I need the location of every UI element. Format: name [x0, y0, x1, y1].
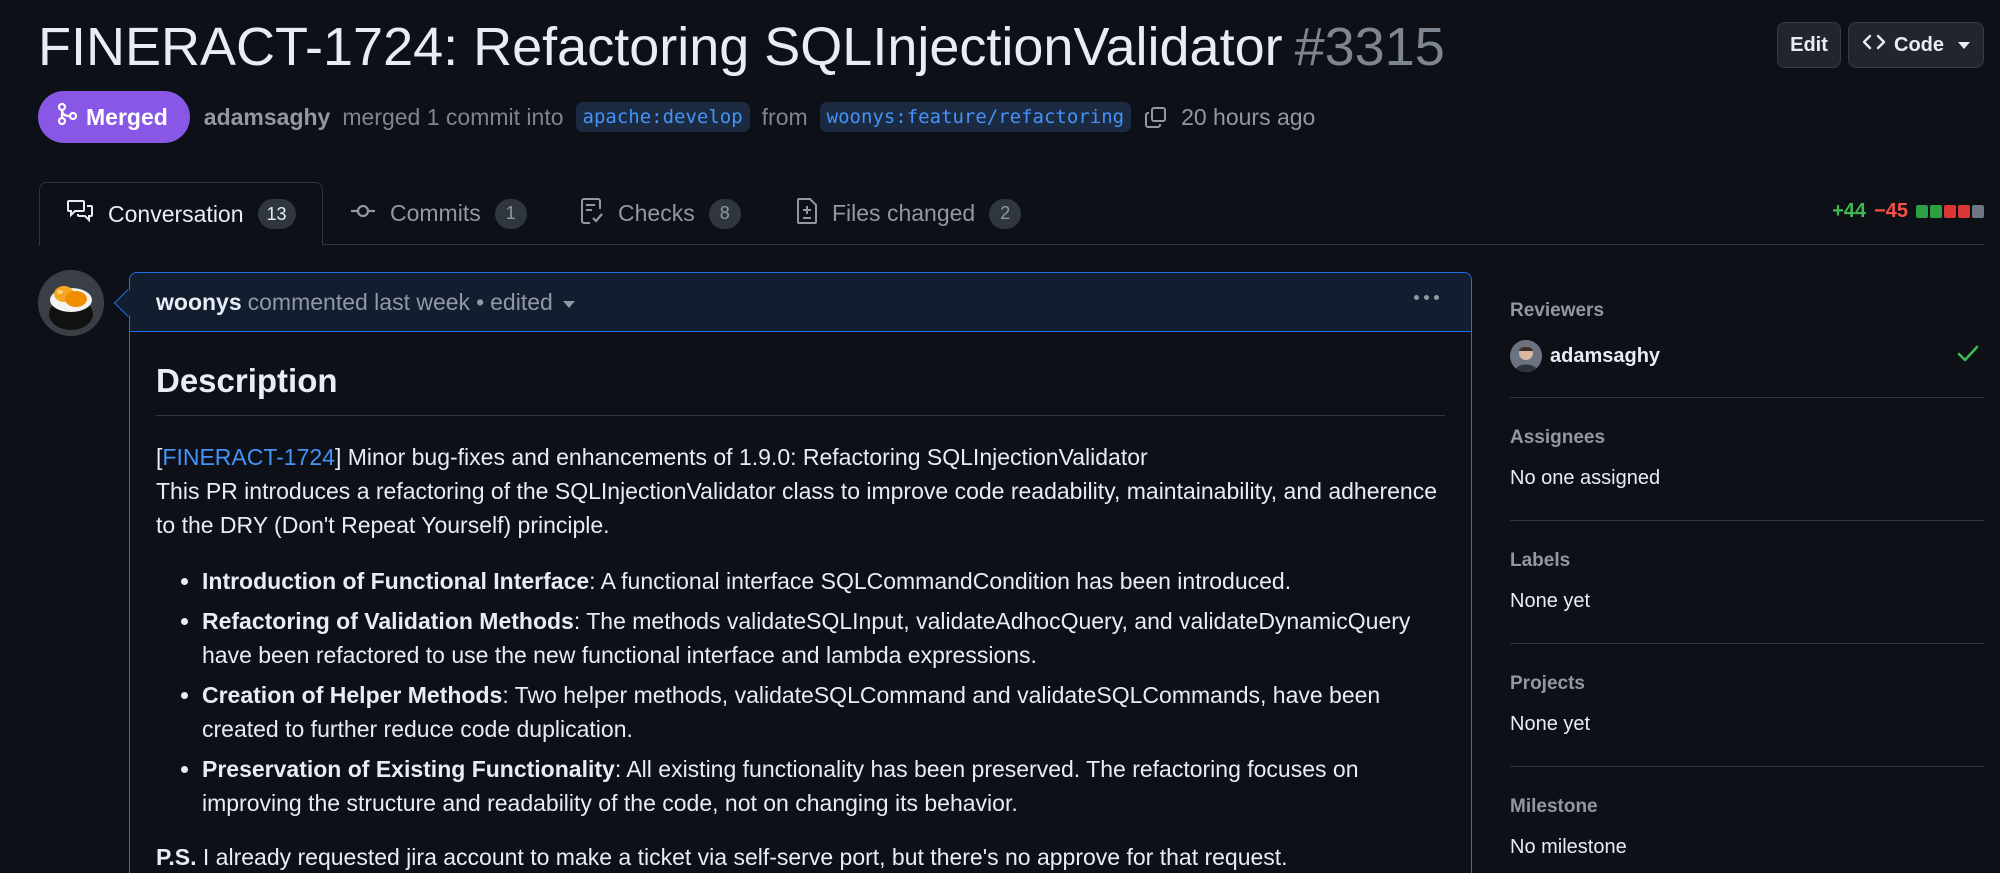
code-button[interactable]: Code: [1848, 22, 1984, 68]
labels-value: None yet: [1510, 590, 1591, 612]
tab-label: Files changed: [832, 200, 976, 226]
edit-button[interactable]: Edit: [1777, 22, 1841, 68]
pr-title-text: FINERACT-1724: Refactoring SQLInjectionV…: [38, 17, 1283, 77]
edited-dropdown[interactable]: edited: [490, 289, 575, 316]
diffstat-block: [1944, 205, 1956, 218]
pr-number: #3315: [1294, 17, 1445, 77]
projects-value: None yet: [1510, 713, 1591, 735]
ps-label: P.S.: [156, 844, 197, 870]
change-list: Introduction of Functional Interface: A …: [156, 564, 1445, 820]
additions-count: +44: [1832, 200, 1867, 222]
comment-action[interactable]: commented last week: [248, 289, 470, 316]
reviewer-item[interactable]: adamsaghy: [1510, 340, 1984, 372]
item-text: : A functional interface SQLCommandCondi…: [589, 568, 1292, 594]
comment-body: Description [FINERACT-1724] Minor bug-fi…: [130, 332, 1471, 873]
tab-label: Conversation: [108, 200, 244, 227]
jira-rest: ] Minor bug-fixes and enhancements of 1.…: [334, 444, 1148, 470]
deletions-count: −45: [1874, 200, 1908, 222]
tab-commits[interactable]: Commits 1: [350, 182, 527, 245]
tab-count: 8: [708, 198, 741, 229]
diffstat-block: [1972, 205, 1984, 218]
labels-title[interactable]: Labels: [1510, 550, 1984, 572]
projects-title[interactable]: Projects: [1510, 673, 1984, 695]
tab-label: Commits: [390, 200, 481, 226]
labels-section: Labels None yet: [1510, 550, 1984, 613]
pr-meta-row: Merged adamsaghy merged 1 commit into ap…: [38, 91, 1315, 143]
comment-header: woonys commented last week • edited: [130, 273, 1471, 332]
reviewers-section: Reviewers adamsaghy: [1510, 300, 1984, 372]
head-branch[interactable]: woonys:feature/refactoring: [819, 102, 1132, 132]
diffstat-blocks: [1916, 205, 1984, 218]
jira-link[interactable]: FINERACT-1724: [162, 444, 335, 470]
item-title: Preservation of Existing Functionality: [202, 756, 615, 782]
jira-line: [FINERACT-1724] Minor bug-fixes and enha…: [156, 440, 1445, 474]
comment-card: woonys commented last week • edited Desc…: [129, 272, 1472, 873]
list-item: Refactoring of Validation Methods: The m…: [202, 604, 1445, 672]
base-branch[interactable]: apache:develop: [575, 102, 750, 132]
merged-badge: Merged: [38, 91, 190, 143]
comment-separator: •: [476, 288, 485, 315]
more-options-icon[interactable]: [1412, 289, 1441, 306]
diffstat: +44 −45: [1832, 200, 1984, 223]
merge-time[interactable]: 20 hours ago: [1181, 104, 1315, 131]
file-diff-icon: [796, 197, 818, 231]
diffstat-block: [1930, 205, 1942, 218]
list-item: Introduction of Functional Interface: A …: [202, 564, 1445, 598]
tab-conversation[interactable]: Conversation 13: [39, 182, 323, 246]
pr-title: FINERACT-1724: Refactoring SQLInjectionV…: [38, 14, 1445, 80]
merge-icon: [56, 102, 78, 132]
tab-checks[interactable]: Checks 8: [580, 182, 741, 245]
comment-author[interactable]: woonys: [156, 289, 242, 316]
code-button-label: Code: [1894, 33, 1944, 56]
tab-files-changed[interactable]: Files changed 2: [796, 182, 1022, 245]
milestone-title[interactable]: Milestone: [1510, 796, 1984, 818]
check-icon: [1956, 344, 1980, 370]
edited-label: edited: [490, 288, 553, 315]
item-title: Refactoring of Validation Methods: [202, 608, 574, 634]
diffstat-block: [1916, 205, 1928, 218]
description-heading: Description: [156, 332, 1445, 416]
item-title: Creation of Helper Methods: [202, 682, 503, 708]
item-title: Introduction of Functional Interface: [202, 568, 590, 594]
chevron-down-icon: [562, 300, 575, 308]
commit-icon: [350, 200, 376, 227]
diffstat-block: [1958, 205, 1970, 218]
merge-text: merged 1 commit into: [342, 103, 564, 130]
conversation-icon: [66, 198, 94, 230]
assignees-title[interactable]: Assignees: [1510, 427, 1984, 449]
reviewers-title[interactable]: Reviewers: [1510, 300, 1984, 322]
code-icon: [1862, 32, 1886, 58]
reviewer-name: adamsaghy: [1550, 344, 1661, 367]
sidebar-divider: [1510, 520, 1984, 521]
avatar: [1510, 340, 1542, 372]
tab-label: Checks: [618, 200, 695, 226]
milestone-value: No milestone: [1510, 836, 1627, 858]
sidebar-divider: [1510, 766, 1984, 767]
tab-count: 13: [257, 199, 296, 229]
copy-icon[interactable]: [1143, 104, 1169, 130]
intro-paragraph: This PR introduces a refactoring of the …: [156, 478, 1438, 538]
from-text: from: [761, 103, 808, 130]
tab-count: 2: [989, 198, 1022, 229]
chevron-down-icon: [1958, 41, 1970, 49]
list-item: Creation of Helper Methods: Two helper m…: [202, 678, 1445, 746]
sidebar-divider: [1510, 643, 1984, 644]
assignees-section: Assignees No one assigned: [1510, 427, 1984, 490]
ps-text: I already requested jira account to make…: [196, 844, 1288, 870]
avatar[interactable]: [38, 270, 104, 336]
assignees-value: No one assigned: [1510, 467, 1661, 489]
edit-button-label: Edit: [1790, 33, 1828, 56]
merged-badge-label: Merged: [86, 103, 168, 130]
projects-section: Projects None yet: [1510, 673, 1984, 736]
ps-paragraph: P.S. I already requested jira account to…: [156, 840, 1445, 873]
list-item: Preservation of Existing Functionality: …: [202, 752, 1445, 820]
tab-count: 1: [494, 198, 527, 229]
merger-link[interactable]: adamsaghy: [204, 104, 331, 131]
checklist-icon: [580, 197, 604, 231]
sidebar-divider: [1510, 397, 1984, 398]
milestone-section: Milestone No milestone: [1510, 796, 1984, 859]
